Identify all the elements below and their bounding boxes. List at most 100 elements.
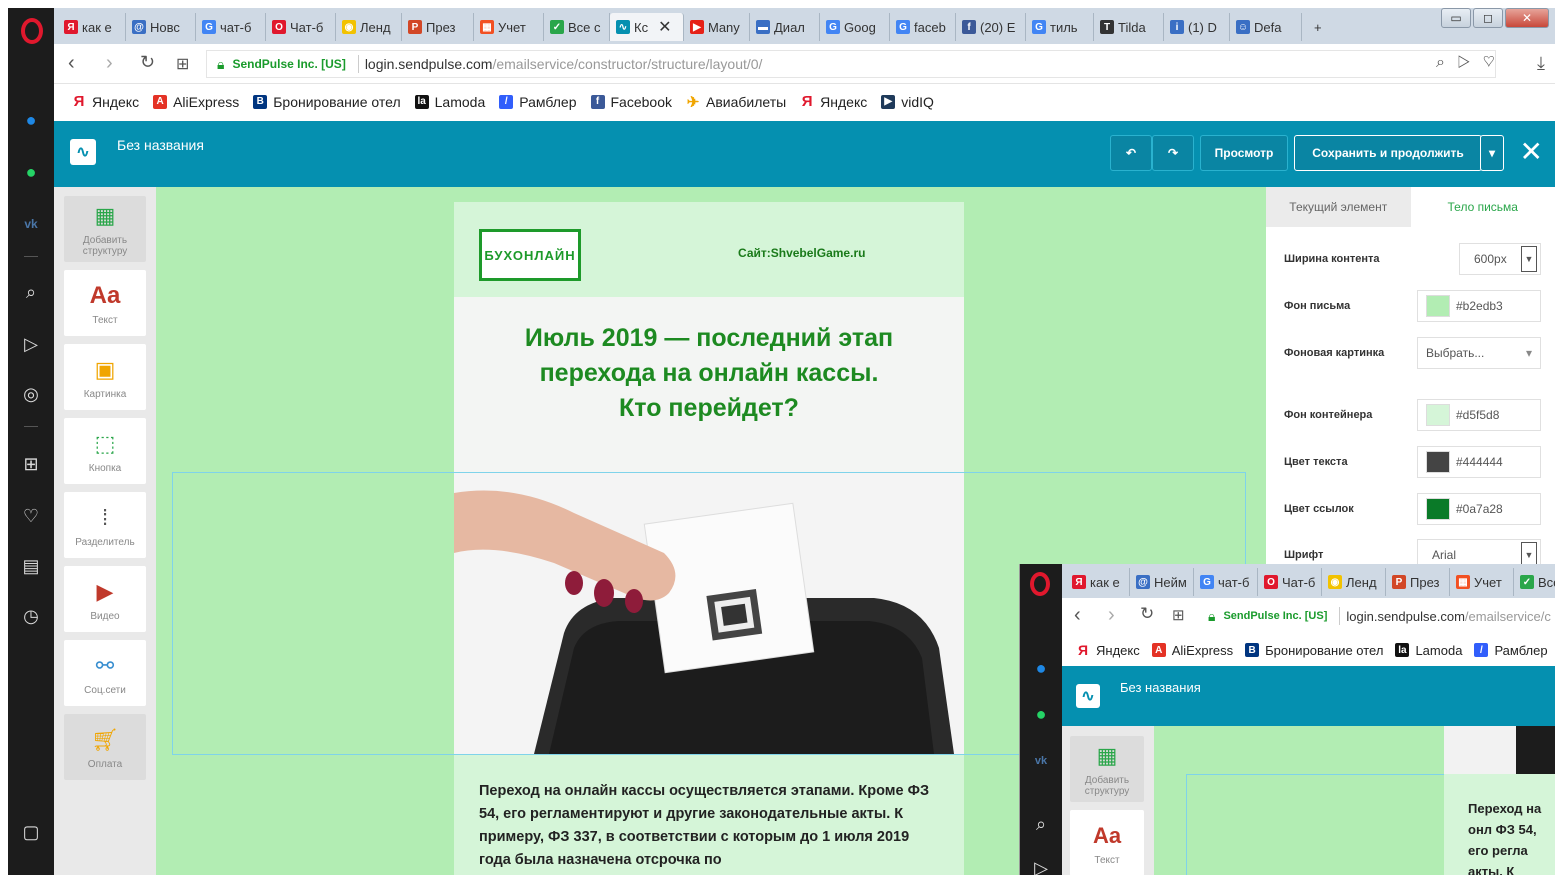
bookmark-item[interactable]: / Рамблер — [499, 94, 577, 110]
browser-tab[interactable]: ∿ Кс ✕ — [610, 13, 684, 41]
heart-icon[interactable]: ♡ — [17, 502, 45, 530]
redo-button[interactable]: ↷ — [1152, 135, 1194, 171]
browser-tab[interactable]: f (20) E — [956, 13, 1026, 41]
tab-current-element[interactable]: Текущий элемент — [1266, 187, 1411, 227]
search-icon[interactable]: ⌕ — [17, 278, 45, 306]
bookmark-item[interactable]: ▶ vidIQ — [881, 94, 934, 110]
browser-tab[interactable]: ▦ Учет — [474, 13, 544, 41]
tabs-grid-icon[interactable]: ⊞ — [1172, 606, 1185, 624]
bookmark-item[interactable]: Я Яндекс — [1076, 642, 1140, 658]
whatsapp-icon[interactable]: ● — [17, 158, 45, 186]
tool-add-structure[interactable]: ▦ Добавить структуру — [1070, 736, 1144, 802]
color-swatch[interactable] — [1426, 295, 1450, 317]
forward-icon[interactable]: › — [1108, 604, 1115, 627]
vk-icon[interactable]: vk — [17, 210, 45, 238]
browser-tab[interactable]: ▦ Учет — [1450, 568, 1514, 596]
browser-tab[interactable]: O Чат-б — [1258, 568, 1322, 596]
tabs-grid-icon[interactable]: ⊞ — [176, 54, 189, 74]
opera-logo-icon[interactable] — [21, 18, 43, 44]
preview-button[interactable]: Просмотр — [1200, 135, 1288, 171]
maximize-button[interactable]: ◻ — [1473, 8, 1503, 28]
browser-tab[interactable]: ▶ Many — [684, 13, 750, 41]
browser-tab[interactable]: ▬ Диал — [750, 13, 820, 41]
address-actions-icon[interactable]: ⌕ ▷ ♡ — [1436, 54, 1499, 72]
window-close-button[interactable]: ✕ — [1505, 8, 1549, 28]
sendpulse-logo-icon[interactable]: ∿ — [1076, 684, 1100, 708]
background-image-picker[interactable]: Выбрать... ▾ — [1417, 337, 1541, 369]
browser-tab[interactable]: i (1) D — [1164, 13, 1230, 41]
tool-share[interactable]: ⚯ Соц.сети — [64, 640, 146, 706]
browser-tab[interactable]: T Tilda — [1094, 13, 1164, 41]
email-title[interactable]: Июль 2019 — последний этап перехода на о… — [484, 321, 934, 426]
campaign-title[interactable]: Без названия — [1120, 680, 1201, 695]
news-icon[interactable]: ▤ — [17, 552, 45, 580]
bookmark-item[interactable]: Я Яндекс — [800, 93, 867, 110]
color-input[interactable]: #b2edb3 — [1417, 290, 1541, 322]
bookmark-item[interactable]: la Lamoda — [414, 94, 485, 110]
email-title-block[interactable]: Июль 2019 — последний этап перехода на о… — [454, 297, 964, 473]
browser-tab[interactable]: ☺ Defa — [1230, 13, 1302, 41]
browser-tab[interactable]: P През — [1386, 568, 1450, 596]
bookmark-item[interactable]: A AliExpress — [1151, 643, 1233, 658]
close-editor-icon[interactable]: ✕ — [1520, 135, 1543, 168]
messenger-icon[interactable]: ● — [1027, 654, 1055, 682]
tool-grid[interactable]: ▦ Добавить структуру — [64, 196, 146, 262]
color-swatch[interactable] — [1426, 498, 1450, 520]
send-icon[interactable]: ▷ — [1027, 854, 1055, 875]
chevron-down-icon[interactable]: ▾ — [1526, 346, 1532, 360]
browser-tab[interactable]: O Чат-б — [266, 13, 336, 41]
email-text-block[interactable]: Переход на онлайн кассы осуществляется э… — [454, 754, 964, 875]
tool-video[interactable]: ▶ Видео — [64, 566, 146, 632]
reload-icon[interactable]: ↻ — [1140, 604, 1154, 624]
color-swatch[interactable] — [1426, 404, 1450, 426]
browser-tab[interactable]: ◉ Ленд — [1322, 568, 1386, 596]
tool-button[interactable]: ⬚ Кнопка — [64, 418, 146, 484]
save-continue-button[interactable]: Сохранить и продолжить — [1294, 135, 1482, 171]
chevron-down-icon[interactable]: ▼ — [1521, 246, 1537, 272]
minimize-button[interactable]: ▭ — [1441, 8, 1471, 28]
search-icon[interactable]: ⌕ — [1027, 810, 1055, 838]
back-icon[interactable]: ‹ — [1074, 604, 1081, 627]
bookmark-item[interactable]: / Рамблер — [1474, 643, 1548, 658]
email-header-block[interactable]: БУХОНЛАЙН Сайт:ShvebelGame.ru — [454, 202, 964, 297]
send-icon[interactable]: ▷ — [17, 330, 45, 358]
tool-image[interactable]: ▣ Картинка — [64, 344, 146, 410]
bookmark-item[interactable]: A AliExpress — [153, 94, 239, 110]
browser-tab[interactable]: @ Новс — [126, 13, 196, 41]
browser-tab[interactable]: Gчат-б — [196, 13, 266, 41]
site-link[interactable]: Сайт:ShvebelGame.ru — [738, 246, 865, 260]
bookmark-item[interactable]: la Lamoda — [1395, 643, 1462, 658]
browser-tab[interactable]: Gтиль — [1026, 13, 1094, 41]
url-field[interactable]: 🔒︎ SendPulse Inc. [US] login.sendpulse.c… — [1198, 602, 1555, 630]
url-field[interactable]: 🔒︎ SendPulse Inc. [US] login.sendpulse.c… — [206, 50, 1496, 78]
ev-certificate-label[interactable]: SendPulse Inc. [US] — [1223, 610, 1327, 622]
bookmark-item[interactable]: ✈ Авиабилеты — [686, 94, 786, 111]
sendpulse-logo-icon[interactable]: ∿ — [70, 139, 96, 165]
messenger-icon[interactable]: ● — [17, 106, 45, 134]
bookmark-item[interactable]: Я Яндекс — [72, 93, 139, 110]
color-input[interactable]: #444444 — [1417, 446, 1541, 478]
color-swatch[interactable] — [1426, 451, 1450, 473]
history-icon[interactable]: ◷ — [17, 602, 45, 630]
color-input[interactable]: #0a7a28 — [1417, 493, 1541, 525]
forward-icon[interactable]: › — [106, 52, 113, 75]
whatsapp-icon[interactable]: ● — [1027, 700, 1055, 728]
tool-text[interactable]: Aa Текст — [1070, 810, 1144, 875]
browser-tab[interactable]: Якак е — [1066, 568, 1130, 596]
tool-divider[interactable]: ⁞ Разделитель — [64, 492, 146, 558]
speed-dial-icon[interactable]: ⊞ — [17, 450, 45, 478]
browser-tab[interactable]: Gfaceb — [890, 13, 956, 41]
bookmark-item[interactable]: B Бронирование отел — [253, 94, 401, 110]
tool-cart[interactable]: 🛒︎ Оплата — [64, 714, 146, 780]
content-width-select[interactable]: 600px ▼ — [1459, 243, 1541, 275]
new-tab-button[interactable]: + — [1308, 13, 1334, 41]
browser-tab[interactable]: P През — [402, 13, 474, 41]
ev-certificate-label[interactable]: SendPulse Inc. [US] — [232, 57, 345, 71]
tool-text[interactable]: Aa Текст — [64, 270, 146, 336]
campaign-title[interactable]: Без названия — [117, 137, 204, 153]
tab-close-icon[interactable]: ✕ — [658, 17, 671, 37]
browser-tab[interactable]: Gчат-б — [1194, 568, 1258, 596]
vk-icon[interactable]: vk — [1027, 747, 1055, 775]
camera-icon[interactable]: ◎ — [17, 380, 45, 408]
undo-button[interactable]: ↶ — [1110, 135, 1152, 171]
